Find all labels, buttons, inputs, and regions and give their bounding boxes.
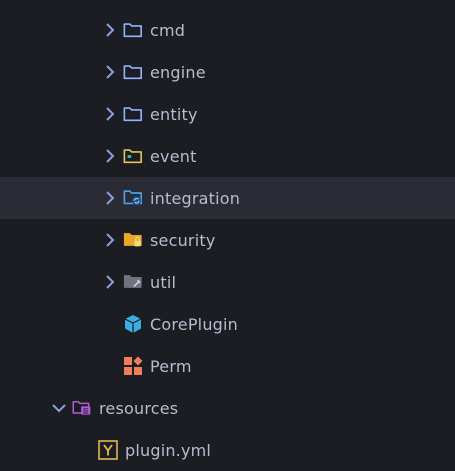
tree-item-label: resources <box>99 398 179 418</box>
tree-item-security[interactable]: security <box>0 219 455 261</box>
tree-item-label: integration <box>150 188 241 208</box>
tree-item-label: Perm <box>150 356 192 376</box>
tree-item-event[interactable]: event <box>0 135 455 177</box>
tree-item-label: security <box>150 230 216 250</box>
tree-item-cmd[interactable]: cmd <box>0 9 455 51</box>
chevron-right-icon[interactable] <box>103 107 117 121</box>
tree-item-entity[interactable]: entity <box>0 93 455 135</box>
tree-item-label: plugin.yml <box>125 440 212 460</box>
chevron-right-icon[interactable] <box>103 23 117 37</box>
tree-item-label: event <box>150 146 197 166</box>
project-tree: cmd engine entity event integration secu… <box>0 0 455 466</box>
tree-item-label: util <box>150 272 177 292</box>
tree-item-integration[interactable]: integration <box>0 177 455 219</box>
tree-item-coreplugin[interactable]: CorePlugin <box>0 303 455 345</box>
tree-item-label: engine <box>150 62 206 82</box>
tree-item-util[interactable]: util <box>0 261 455 303</box>
util-folder-icon <box>123 272 143 292</box>
resources-folder-icon <box>72 398 92 418</box>
tree-item-resources[interactable]: resources <box>0 387 455 429</box>
tree-item-label: entity <box>150 104 198 124</box>
tree-item-plugin-yml[interactable]: plugin.yml <box>0 429 455 471</box>
tree-item-label: CorePlugin <box>150 314 239 334</box>
folder-icon <box>123 104 143 124</box>
tree-item-engine[interactable]: engine <box>0 51 455 93</box>
shapes-icon <box>123 356 143 376</box>
yaml-file-icon <box>98 440 118 460</box>
tree-item-perm[interactable]: Perm <box>0 345 455 387</box>
chevron-right-icon[interactable] <box>103 65 117 79</box>
chevron-right-icon[interactable] <box>103 191 117 205</box>
folder-icon <box>123 62 143 82</box>
security-folder-icon <box>123 230 143 250</box>
event-folder-icon <box>123 146 143 166</box>
chevron-down-icon[interactable] <box>52 401 66 415</box>
chevron-right-icon[interactable] <box>103 275 117 289</box>
class-cube-icon <box>123 314 143 334</box>
folder-icon <box>123 20 143 40</box>
integration-folder-icon <box>123 188 143 208</box>
tree-item-label: cmd <box>150 20 186 40</box>
chevron-right-icon[interactable] <box>103 149 117 163</box>
chevron-right-icon[interactable] <box>103 233 117 247</box>
